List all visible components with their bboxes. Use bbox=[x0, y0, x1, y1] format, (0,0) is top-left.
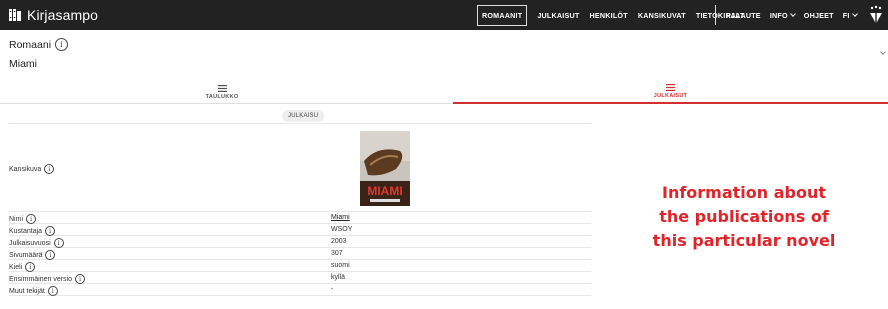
nav-kansikuvat[interactable]: KANSIKUVAT bbox=[638, 11, 686, 20]
nav-divider bbox=[715, 5, 716, 25]
table-row: Kieli i suomi bbox=[9, 260, 591, 272]
nav-info-menu[interactable]: INFO bbox=[769, 10, 796, 20]
nav-language-label: FI bbox=[842, 10, 850, 20]
annotation-callout: Information about the publications of th… bbox=[628, 181, 860, 253]
field-value: 2003 bbox=[331, 238, 347, 245]
info-icon[interactable]: i bbox=[75, 274, 86, 284]
sampo-logo-icon[interactable] bbox=[869, 4, 883, 26]
nav-romaanit[interactable]: ROMAANIT bbox=[477, 4, 528, 26]
field-label-text: Ensimmäinen versio bbox=[9, 275, 73, 283]
field-label-text: Kustantaja bbox=[9, 227, 43, 235]
publication-header: JULKAISU bbox=[9, 108, 591, 124]
tab-julkaisut-label: JULKAISUT bbox=[653, 92, 688, 99]
tab-julkaisut[interactable]: JULKAISUT bbox=[453, 80, 888, 104]
field-label-text: Nimi bbox=[9, 215, 23, 223]
field-value: - bbox=[331, 286, 334, 293]
table-row: Kustantaja i WSOY bbox=[9, 224, 591, 236]
page-title-text: Romaani bbox=[9, 38, 52, 51]
cover-label-text: Kansikuva bbox=[9, 165, 42, 173]
field-label-text: Kieli bbox=[9, 263, 23, 271]
field-label: Sivumäärä i bbox=[9, 250, 56, 260]
nav-julkaisut[interactable]: JULKAISUT bbox=[537, 11, 579, 20]
annotation-line: this particular novel bbox=[652, 231, 836, 250]
brand-link[interactable]: Kirjasampo bbox=[9, 5, 98, 25]
chevron-down-icon bbox=[789, 10, 796, 17]
bookshelf-icon bbox=[9, 9, 21, 21]
page-title: Romaani i bbox=[9, 38, 69, 51]
field-value: suomi bbox=[331, 262, 350, 269]
chevron-down-icon[interactable] bbox=[880, 49, 886, 55]
field-label: Kustantaja i bbox=[9, 226, 56, 236]
view-tabs: TAULUKKO JULKAISUT bbox=[0, 80, 888, 104]
info-icon[interactable]: i bbox=[53, 238, 64, 248]
primary-nav: ROMAANIT JULKAISUT HENKILÖT KANSIKUVAT T… bbox=[477, 0, 745, 30]
info-icon[interactable]: i bbox=[44, 164, 55, 174]
nav-ohjeet[interactable]: OHJEET bbox=[804, 11, 834, 20]
publication-chip: JULKAISU bbox=[282, 110, 325, 122]
info-icon[interactable]: i bbox=[45, 226, 56, 236]
nav-palaute[interactable]: PALAUTE bbox=[726, 11, 761, 20]
list-icon bbox=[666, 83, 675, 91]
cover-title-text: MIAMI bbox=[367, 184, 402, 198]
field-value: kyllä bbox=[331, 274, 346, 281]
info-icon[interactable]: i bbox=[47, 286, 58, 296]
table-row: Muut tekijät i - bbox=[9, 284, 591, 296]
chevron-down-icon bbox=[851, 10, 858, 17]
field-value: WSOY bbox=[331, 226, 353, 233]
publication-table: JULKAISU Kansikuva i MIAMI Nimi i Miami K… bbox=[9, 108, 591, 296]
table-icon bbox=[217, 84, 227, 92]
nav-info-label: INFO bbox=[769, 10, 788, 20]
field-label-text: Muut tekijät bbox=[9, 287, 45, 295]
field-value: 307 bbox=[331, 250, 343, 257]
annotation-line: Information about bbox=[661, 183, 827, 202]
table-row: Ensimmäinen versio i kyllä bbox=[9, 272, 591, 284]
field-label: Ensimmäinen versio i bbox=[9, 274, 86, 284]
info-icon[interactable]: i bbox=[26, 214, 36, 224]
table-row: Nimi i Miami bbox=[9, 212, 591, 224]
cover-image[interactable]: MIAMI bbox=[360, 131, 410, 206]
field-label-text: Julkaisuvuosi bbox=[9, 239, 51, 247]
table-row: Sivumäärä i 307 bbox=[9, 248, 591, 260]
nav-language-menu[interactable]: FI bbox=[842, 10, 858, 20]
secondary-nav: PALAUTE INFO OHJEET FI bbox=[726, 0, 858, 30]
tab-taulukko[interactable]: TAULUKKO bbox=[0, 80, 444, 104]
field-label: Kieli i bbox=[9, 262, 36, 272]
field-label: Julkaisuvuosi i bbox=[9, 238, 64, 248]
field-label-text: Sivumäärä bbox=[9, 251, 43, 259]
info-icon[interactable]: i bbox=[25, 262, 36, 272]
tab-taulukko-label: TAULUKKO bbox=[205, 93, 239, 100]
top-navigation-bar: Kirjasampo ROMAANIT JULKAISUT HENKILÖT K… bbox=[0, 0, 888, 30]
annotation-line: the publications of bbox=[659, 207, 829, 226]
field-label: Muut tekijät i bbox=[9, 286, 58, 296]
field-label: Nimi i bbox=[9, 214, 36, 224]
info-icon[interactable]: i bbox=[55, 38, 69, 51]
brand-name: Kirjasampo bbox=[27, 7, 99, 23]
cover-label: Kansikuva i bbox=[9, 164, 55, 174]
work-name: Miami bbox=[9, 58, 37, 70]
title-link[interactable]: Miami bbox=[331, 214, 350, 221]
cover-row: Kansikuva i MIAMI bbox=[9, 124, 591, 212]
nav-henkilot[interactable]: HENKILÖT bbox=[589, 11, 627, 20]
info-icon[interactable]: i bbox=[45, 250, 56, 260]
table-row: Julkaisuvuosi i 2003 bbox=[9, 236, 591, 248]
